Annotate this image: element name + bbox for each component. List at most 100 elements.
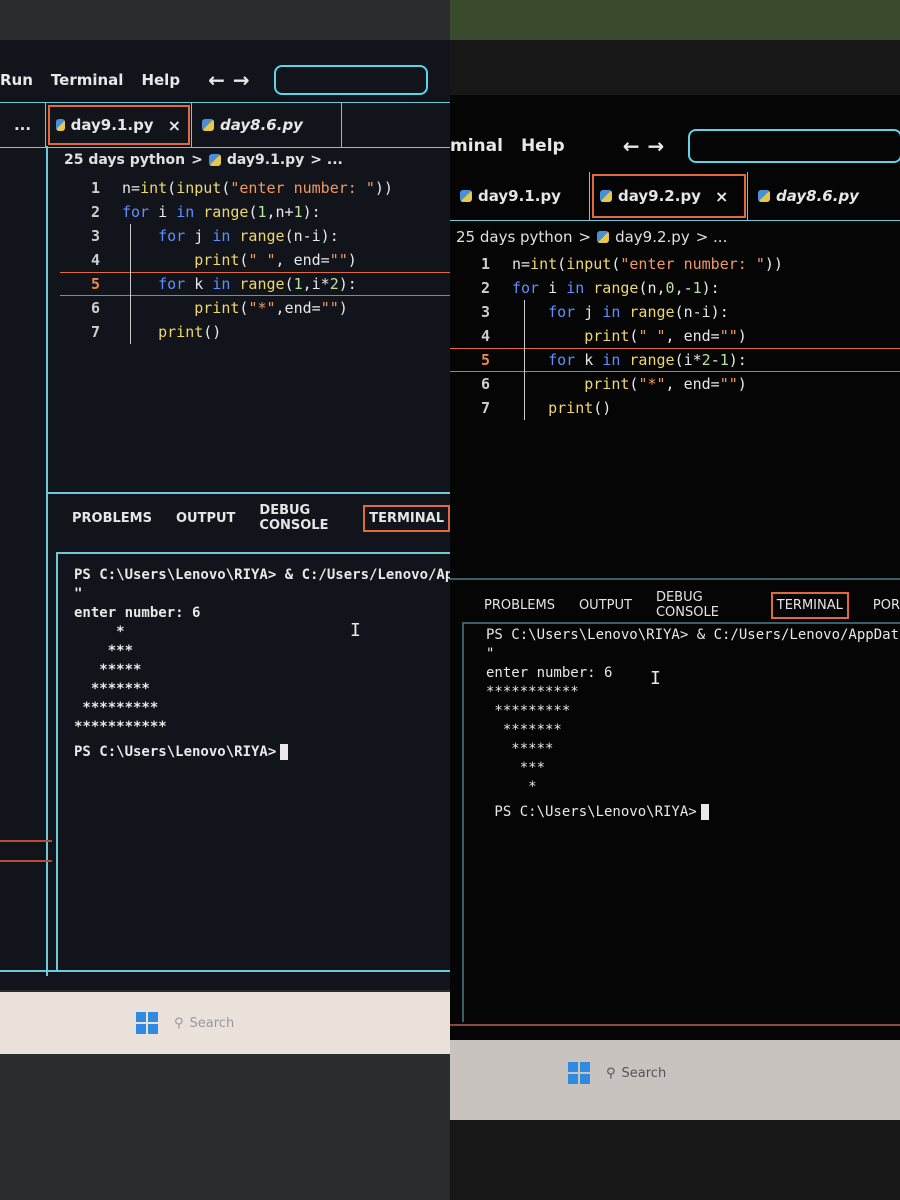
code-token: input (566, 255, 612, 273)
windows-start-icon[interactable] (568, 1062, 590, 1084)
breadcrumb: 25 days python > day9.1.py > ... (64, 152, 343, 168)
arrow-left-icon[interactable]: ← (208, 68, 233, 92)
taskbar-search[interactable]: ⚲ Search (606, 1066, 666, 1081)
code-token: input (176, 179, 222, 197)
code-line[interactable]: 4 print(" ", end="") (60, 248, 450, 272)
code-line[interactable]: 7 print() (450, 396, 900, 420)
close-icon[interactable]: × (715, 187, 728, 206)
code-token: (n-i): (674, 303, 729, 321)
code-line[interactable]: 5 for k in range(1,i*2): (60, 272, 450, 296)
code-editor[interactable]: 1 n=int(input("enter number: ")) 2 for i in… (450, 252, 900, 420)
tab-problems[interactable]: PROBLEMS (72, 511, 152, 526)
line-number: 3 (90, 227, 100, 245)
code-token: 1 (257, 203, 267, 221)
terminal-line: ********* (486, 703, 571, 719)
arrow-left-icon[interactable]: ← (623, 134, 648, 158)
arrow-right-icon[interactable]: → (233, 68, 258, 92)
code-token: print (584, 327, 630, 345)
tab-label: day9.2.py (618, 187, 701, 205)
code-token: print (158, 323, 204, 341)
code-token: (n-i): (284, 227, 339, 245)
tab-day8-6[interactable]: day8.6.py (748, 172, 900, 220)
code-line[interactable]: 2 for i in range(n,0,-1): (450, 276, 900, 300)
code-token: () (203, 323, 222, 341)
code-token: print (584, 375, 630, 393)
tab-terminal[interactable]: TERMINAL (770, 591, 849, 619)
menu-terminal[interactable]: minal (450, 136, 503, 156)
breadcrumb-file[interactable]: day9.2.py (615, 228, 690, 246)
tab-day9-1[interactable]: day9.1.py × (46, 103, 192, 147)
tab-day9-2[interactable]: day9.2.py × (590, 172, 748, 220)
menu-help[interactable]: Help (141, 71, 180, 89)
code-line[interactable]: 6 print("*",end="") (60, 296, 450, 320)
code-line[interactable]: 5 for k in range(i*2-1): (450, 348, 900, 372)
tab-problems[interactable]: PROBLEMS (484, 598, 555, 613)
code-line[interactable]: 3 for j in range(n-i): (450, 300, 900, 324)
terminal-output[interactable]: PS C:\Users\Lenovo\RIYA> & C:/Users/Leno… (74, 566, 450, 762)
tab-debug-console[interactable]: DEBUG CONSOLE (259, 503, 339, 533)
arrow-right-icon[interactable]: → (647, 134, 672, 158)
more-actions-button[interactable]: ... (0, 103, 46, 147)
code-line[interactable]: 4 print(" ", end="") (450, 324, 900, 348)
code-token: in (176, 203, 195, 221)
code-line[interactable]: 1 n=int(input("enter number: ")) (450, 252, 900, 276)
background-scene (450, 0, 900, 40)
code-token: ) (338, 299, 348, 317)
terminal-line: ******* (486, 722, 562, 738)
tab-ports[interactable]: POR (873, 598, 900, 613)
tab-terminal[interactable]: TERMINAL (363, 504, 450, 532)
code-line[interactable]: 1 n=int(input("enter number: ")) (60, 176, 450, 200)
taskbar-search[interactable]: ⚲ Search (174, 1016, 234, 1031)
breadcrumb-folder[interactable]: 25 days python (64, 152, 185, 168)
line-number: 7 (480, 399, 490, 417)
code-token: , end= (665, 327, 720, 345)
breadcrumb-file[interactable]: day9.1.py (227, 152, 304, 168)
panel-tab-bar: PROBLEMS OUTPUT DEBUG CONSOLE TERMINAL P… (484, 590, 900, 620)
breadcrumb-tail: > ... (695, 228, 728, 246)
status-border (450, 1024, 900, 1026)
code-editor[interactable]: 1 n=int(input("enter number: ")) 2 for i in… (60, 176, 450, 344)
terminal-line: enter number: 6 (74, 605, 201, 621)
tab-day9-1[interactable]: day9.1.py (450, 172, 590, 220)
code-line[interactable]: 6 print("*", end="") (450, 372, 900, 396)
tab-debug-console[interactable]: DEBUG CONSOLE (656, 590, 747, 620)
search-icon: ⚲ (174, 1015, 184, 1031)
code-line[interactable]: 7 print() (60, 320, 450, 344)
tab-output[interactable]: OUTPUT (579, 598, 632, 613)
python-file-icon (202, 119, 214, 131)
code-token: i (539, 279, 567, 297)
menu-run[interactable]: Run (0, 71, 33, 89)
command-center-search[interactable] (688, 129, 900, 163)
current-line-highlight (450, 348, 900, 372)
search-label: Search (189, 1015, 235, 1031)
terminal-left-border (462, 622, 464, 1022)
tab-output[interactable]: OUTPUT (176, 511, 235, 526)
code-token: j (185, 227, 213, 245)
terminal-output[interactable]: PS C:\Users\Lenovo\RIYA> & C:/Users/Leno… (486, 626, 899, 822)
code-token: ( (557, 255, 567, 273)
line-number: 4 (90, 251, 100, 269)
code-token: (n, (638, 279, 666, 297)
sidebar-highlight (0, 860, 52, 862)
terminal-line: PS C:\Users\Lenovo\RIYA> & C:/Users/Leno… (74, 567, 450, 583)
tab-day8-6[interactable]: day8.6.py (192, 103, 342, 147)
windows-start-icon[interactable] (136, 1012, 158, 1034)
code-token: i (149, 203, 177, 221)
menu-terminal[interactable]: Terminal (51, 71, 124, 89)
command-center-search[interactable] (273, 65, 428, 95)
code-token: n= (512, 255, 531, 273)
code-line[interactable]: 2 for i in range(1,n+1): (60, 200, 450, 224)
close-icon[interactable]: × (168, 116, 181, 135)
menu-help[interactable]: Help (521, 136, 565, 156)
terminal-border (56, 552, 450, 554)
code-line[interactable]: 3 for j in range(n-i): (60, 224, 450, 248)
code-token: int (530, 255, 558, 273)
code-token: for (512, 279, 540, 297)
line-number: 1 (90, 179, 100, 197)
breadcrumb-folder[interactable]: 25 days python (456, 228, 573, 246)
python-file-icon (758, 190, 770, 202)
